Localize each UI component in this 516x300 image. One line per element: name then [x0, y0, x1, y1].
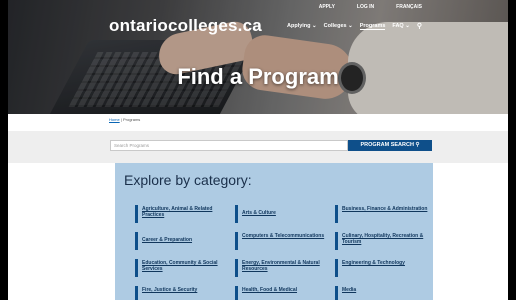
category-panel-title: Explore by category: — [124, 172, 252, 188]
category-link[interactable]: Business, Finance & Administration — [335, 204, 430, 224]
category-link[interactable]: Agriculture, Animal & Related Practices — [135, 204, 230, 224]
program-search-input[interactable]: Search Programs — [110, 140, 348, 151]
breadcrumb-current: Programs — [122, 117, 141, 122]
utility-apply-link[interactable]: APPLY — [319, 4, 335, 10]
category-link[interactable]: Health, Food & Medical — [235, 285, 330, 300]
nav-applying[interactable]: Applying ⌄ — [287, 23, 317, 29]
search-icon[interactable]: ⚲ — [417, 22, 422, 30]
nav-faq[interactable]: FAQ ⌄ — [392, 23, 409, 29]
nav-colleges[interactable]: Colleges ⌄ — [324, 23, 353, 29]
category-link[interactable]: Engineering & Technology — [335, 258, 430, 278]
category-link[interactable]: Arts & Culture — [235, 204, 330, 224]
program-search-button-label: PROGRAM SEARCH — [360, 142, 414, 148]
hero-banner: ontariocolleges.ca APPLY LOG IN FRANÇAIS… — [8, 0, 508, 114]
category-link[interactable]: Media — [335, 285, 430, 300]
search-icon: ⚲ — [415, 142, 420, 148]
category-link[interactable]: Fire, Justice & Security — [135, 285, 230, 300]
browser-viewport: ontariocolleges.ca APPLY LOG IN FRANÇAIS… — [8, 0, 508, 300]
utility-francais-link[interactable]: FRANÇAIS — [396, 4, 422, 10]
breadcrumb: Home | Programs — [109, 117, 140, 122]
breadcrumb-separator: | — [120, 117, 122, 122]
main-nav: Applying ⌄ Colleges ⌄ Programs FAQ ⌄ ⚲ — [287, 22, 422, 31]
category-link[interactable]: Career & Preparation — [135, 231, 230, 251]
utility-login-link[interactable]: LOG IN — [357, 4, 374, 10]
category-link[interactable]: Culinary, Hospitality, Recreation & Tour… — [335, 231, 430, 251]
page-title: Find a Program — [177, 64, 339, 89]
program-search-button[interactable]: PROGRAM SEARCH ⚲ — [348, 140, 432, 151]
utility-nav: APPLY LOG IN FRANÇAIS — [319, 4, 422, 10]
category-link[interactable]: Education, Community & Social Services — [135, 258, 230, 278]
breadcrumb-home-link[interactable]: Home — [109, 117, 120, 122]
category-panel: Explore by category: Agriculture, Animal… — [115, 163, 433, 300]
program-search-band: Search Programs PROGRAM SEARCH ⚲ — [8, 131, 508, 163]
site-logo[interactable]: ontariocolleges.ca — [109, 16, 262, 36]
category-link[interactable]: Computers & Telecommunications — [235, 231, 330, 251]
category-link[interactable]: Energy, Environmental & Natural Resource… — [235, 258, 330, 278]
nav-programs[interactable]: Programs — [359, 23, 386, 30]
